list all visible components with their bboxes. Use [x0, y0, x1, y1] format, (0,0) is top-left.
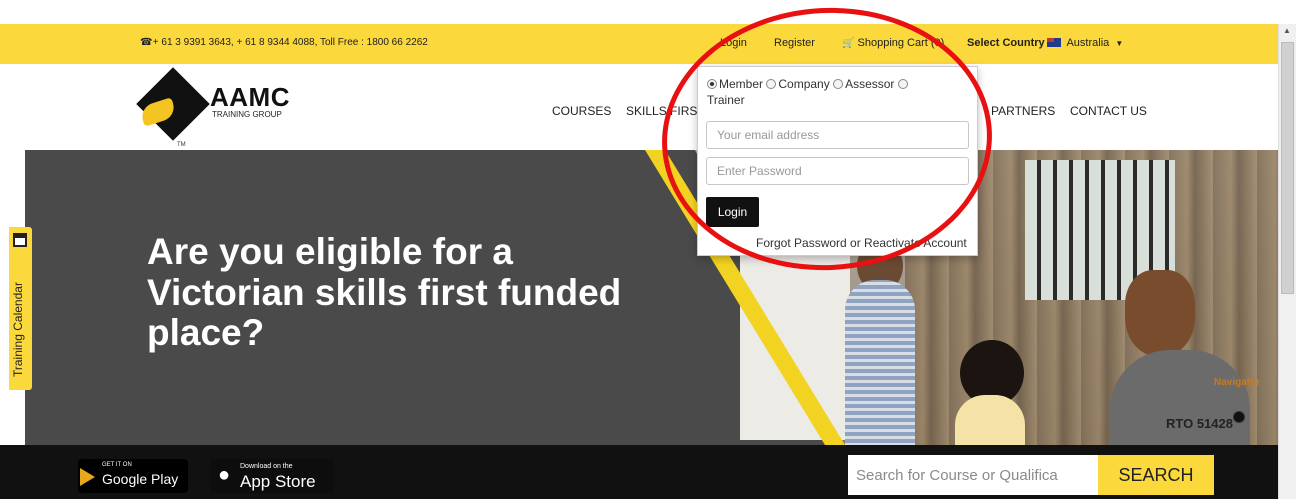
password-field[interactable]	[706, 157, 969, 185]
login-button[interactable]: Login	[706, 197, 759, 227]
course-search-input[interactable]	[848, 455, 1098, 495]
site-header: TM AAMC TRAINING GROUP COURSES SKILLS FI…	[0, 64, 1278, 150]
register-link[interactable]: Register	[774, 37, 815, 49]
apple-icon: ●	[218, 464, 231, 486]
nav-skills-first[interactable]: SKILLS FIRST	[626, 104, 705, 118]
nav-partners[interactable]: PARTNERS	[991, 104, 1055, 118]
phone-icon: ☎	[140, 37, 153, 48]
role-option-member[interactable]: Member	[707, 77, 763, 91]
training-calendar-label: Training Calendar	[11, 282, 25, 377]
role-option-assessor[interactable]: Assessor	[833, 77, 894, 91]
hero-headline: Are you eligible for a Victorian skills …	[147, 231, 622, 354]
app-store-big-text: App Store	[240, 472, 316, 491]
photo-person-body	[955, 395, 1025, 445]
training-calendar-tab[interactable]: Training Calendar	[9, 227, 32, 390]
photo-person-head	[1125, 270, 1195, 356]
caret-down-icon: ▼	[1115, 39, 1124, 48]
scrollbar-thumb[interactable]	[1281, 42, 1294, 294]
hero-banner: Are you eligible for a Victorian skills …	[25, 150, 1278, 445]
google-play-small-text: GET IT ON	[102, 462, 132, 468]
radio-assessor[interactable]	[833, 79, 844, 89]
top-bar: ☎ + 61 3 9391 3643, + 61 8 9344 4088, To…	[0, 24, 1278, 64]
login-popup: Member Company Assessor Trainer Login Fo…	[697, 66, 978, 256]
nav-contact-us[interactable]: CONTACT US	[1070, 104, 1147, 118]
australia-flag-icon	[1047, 38, 1061, 47]
login-link[interactable]: Login	[720, 37, 747, 49]
radio-trainer[interactable]	[897, 79, 908, 89]
bottom-bar: GET IT ON Google Play ● Download on the …	[0, 445, 1278, 499]
logo-name: AAMC	[210, 82, 290, 112]
radio-member[interactable]	[707, 79, 717, 89]
app-store-small-text: Download on the	[240, 463, 293, 470]
role-assessor-label: Assessor	[845, 77, 895, 91]
rto-number: RTO 51428	[1166, 416, 1233, 431]
photo-person-body	[845, 280, 915, 445]
phone-text: + 61 3 9391 3643, + 61 8 9344 4088, Toll…	[152, 37, 428, 48]
navigator-label: Navigator	[1214, 377, 1261, 388]
cart-icon: 🛒	[842, 38, 855, 49]
browser-viewport: ☎ + 61 3 9391 3643, + 61 8 9344 4088, To…	[0, 0, 1296, 499]
role-trainer-label: Trainer	[707, 92, 745, 107]
scroll-up-arrow-icon[interactable]: ▲	[1283, 26, 1291, 35]
page-scrollbar[interactable]: ▲	[1278, 24, 1296, 499]
radio-company[interactable]	[766, 79, 777, 89]
google-play-icon	[80, 468, 95, 486]
shopping-cart-link[interactable]: 🛒 Shopping Cart (0)	[842, 37, 944, 49]
slide-dot-1[interactable]	[1233, 411, 1245, 423]
google-play-badge[interactable]: GET IT ON Google Play	[78, 459, 188, 493]
app-store-badge[interactable]: ● Download on the App Store	[210, 459, 334, 493]
select-country-label: Select Country :	[967, 37, 1052, 49]
role-option-company[interactable]: Company	[766, 77, 830, 91]
country-dropdown[interactable]: Australia ▼	[1047, 37, 1123, 49]
search-button[interactable]: SEARCH	[1098, 455, 1214, 495]
nav-courses[interactable]: COURSES	[552, 104, 611, 118]
role-company-label: Company	[778, 77, 830, 91]
logo-subtitle: TRAINING GROUP	[212, 110, 282, 119]
shopping-cart-label: Shopping Cart (0)	[857, 37, 945, 49]
google-play-big-text: Google Play	[102, 471, 179, 487]
forgot-password-link[interactable]: Forgot Password or Reactivate Account	[756, 236, 967, 250]
country-value: Australia	[1066, 37, 1110, 49]
phone-contact: ☎ + 61 3 9391 3643, + 61 8 9344 4088, To…	[140, 37, 428, 48]
aamc-logo[interactable]: TM AAMC TRAINING GROUP	[135, 67, 315, 150]
role-selector: Member Company Assessor Trainer	[707, 77, 962, 108]
role-member-label: Member	[719, 77, 764, 91]
logo-trademark: TM	[177, 142, 186, 148]
email-field[interactable]	[706, 121, 969, 149]
